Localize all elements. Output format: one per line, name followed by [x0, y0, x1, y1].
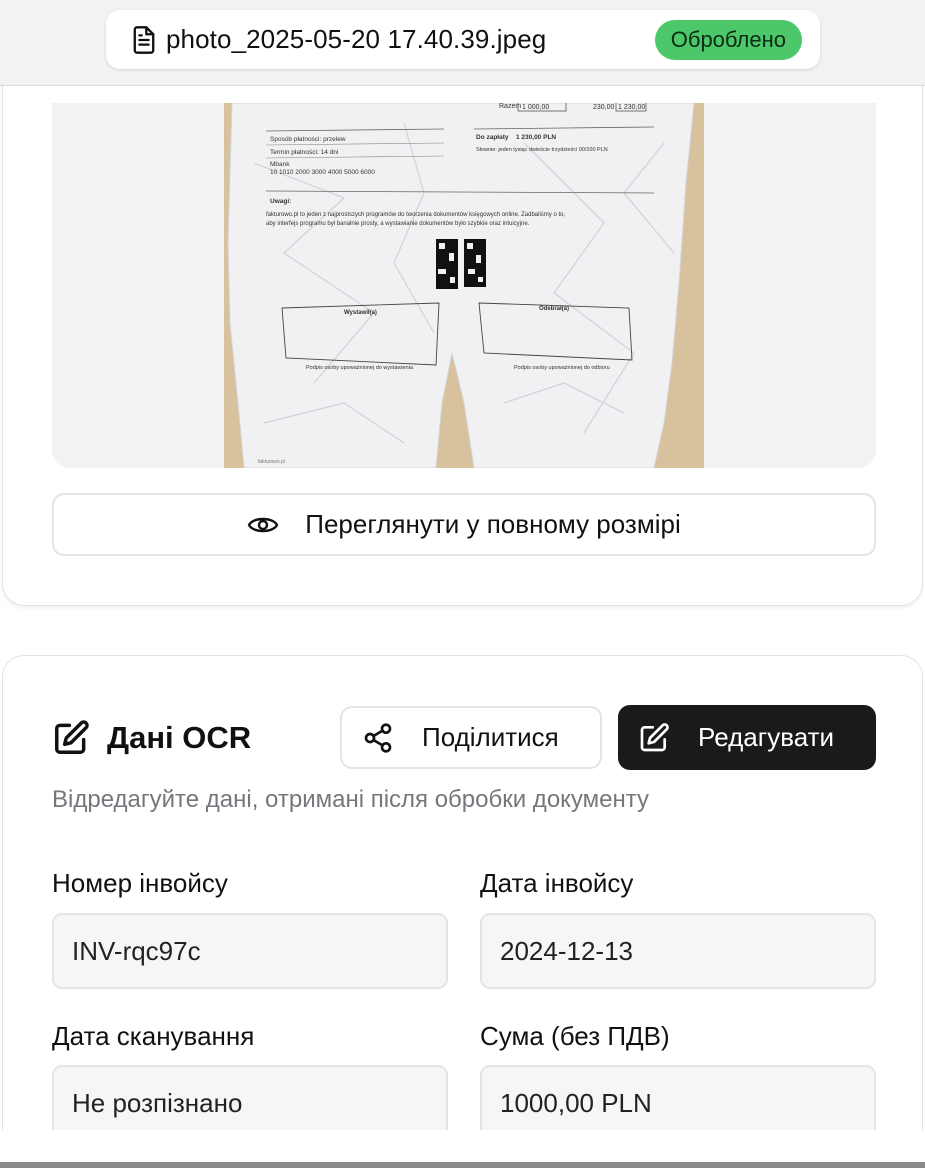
ocr-card: Дані OCR Поділитися Редагувати Відредагу… — [2, 655, 923, 1168]
receipt-photo: Razem 1 000,00 230,00 1 230,00 Sposób pł… — [224, 103, 704, 468]
file-header: photo_2025-05-20 17.40.39.jpeg Оброблено — [106, 10, 820, 69]
invoice-number-label: Номер інвойсу — [52, 868, 228, 898]
invoice-date-label: Дата інвойсу — [480, 868, 634, 898]
amount-net-label: Сума (без ПДВ) — [480, 1021, 670, 1051]
receipt-issuer-box: Wystawił(a) — [344, 310, 377, 316]
receipt-account: 10 1010 2000 3000 4000 5000 6000 — [270, 169, 375, 176]
preview-card: Razem 1 000,00 230,00 1 230,00 Sposób pł… — [2, 86, 923, 606]
share-icon — [364, 722, 392, 753]
document-icon — [133, 25, 155, 54]
ocr-title-text: Дані OCR — [107, 720, 252, 755]
share-button[interactable]: Поділитися — [340, 706, 602, 769]
invoice-number-field[interactable]: INV-rqc97c — [52, 913, 448, 989]
top-bar: photo_2025-05-20 17.40.39.jpeg Оброблено — [0, 0, 925, 86]
receipt-notes-line1: fakturowo.pl to jeden z najprostszych pr… — [266, 212, 565, 218]
receipt-to-pay-value: 1 230,00 PLN — [516, 134, 556, 141]
receipt-top-value-a: 1 000,00 — [522, 104, 549, 111]
status-badge: Оброблено — [654, 19, 802, 60]
edit-label: Редагувати — [698, 722, 835, 752]
ocr-section-title: Дані OCR — [52, 718, 251, 758]
receipt-receiver-sign: Podpis osoby upoważnionej do odbioru — [514, 365, 610, 371]
receipt-footer: fakturowo.pl — [258, 459, 285, 465]
file-name: photo_2025-05-20 17.40.39.jpeg — [166, 24, 547, 54]
edit-icon — [640, 722, 669, 751]
bottom-edge — [0, 1130, 925, 1168]
receipt-bank: Mbank — [270, 161, 290, 168]
invoice-date-field[interactable]: 2024-12-13 — [480, 913, 876, 989]
receipt-payment-method: Sposób płatności: przelew — [270, 136, 346, 143]
receipt-notes-label: Uwagi: — [270, 198, 291, 205]
view-full-size-button[interactable]: Переглянути у повному розмірі — [52, 493, 876, 556]
eye-icon — [248, 517, 279, 532]
edit-icon — [55, 720, 89, 754]
ocr-subtitle: Відредагуйте дані, отримані після обробк… — [52, 786, 650, 813]
receipt-issuer-sign: Podpis osoby upoważnionej do wystawienia — [306, 365, 414, 371]
receipt-receiver-box: Odebrał(a) — [539, 306, 569, 312]
share-label: Поділитися — [422, 722, 559, 752]
view-full-size-label: Переглянути у повному розмірі — [305, 509, 681, 539]
receipt-to-pay: Do zapłaty — [476, 134, 509, 141]
receipt-top-value-b: 230,00 — [593, 104, 615, 111]
edit-button[interactable]: Редагувати — [618, 705, 876, 770]
bottom-divider — [0, 1162, 925, 1168]
receipt-notes-line2: aby interfejs programu był banalnie pros… — [266, 221, 530, 227]
receipt-in-words: Słownie: jeden tysiąc dwieście trzydzieś… — [476, 147, 608, 153]
scan-date-label: Дата сканування — [52, 1021, 255, 1051]
receipt-payment-term: Termin płatności: 14 dni — [270, 149, 338, 156]
receipt-top-value-c: 1 230,00 — [618, 104, 645, 111]
image-preview[interactable]: Razem 1 000,00 230,00 1 230,00 Sposób pł… — [52, 103, 876, 468]
